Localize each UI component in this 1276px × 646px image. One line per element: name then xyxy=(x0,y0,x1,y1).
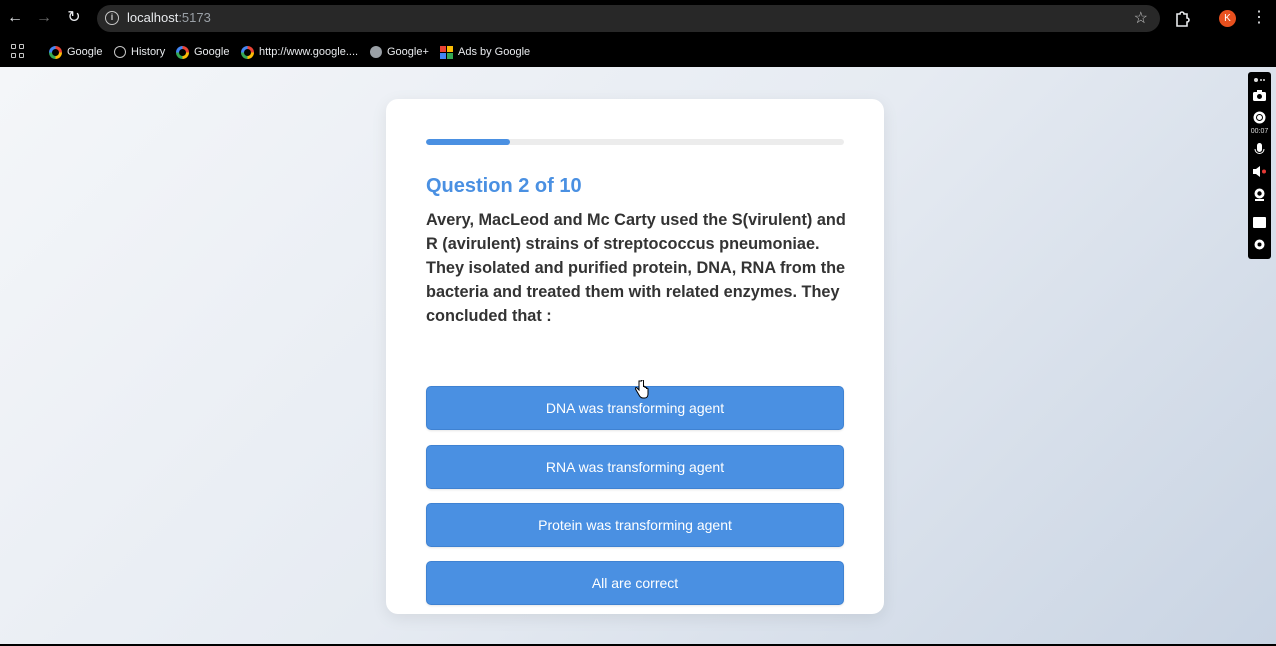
google-icon xyxy=(176,45,189,59)
answer-option-4[interactable]: All are correct xyxy=(426,561,844,605)
apps-grid-icon[interactable] xyxy=(11,44,25,58)
bookmark-google-plus[interactable]: Google+ xyxy=(370,43,429,61)
url-port: :5173 xyxy=(178,10,211,25)
profile-avatar[interactable]: K xyxy=(1219,10,1236,27)
bookmark-ads-by-google[interactable]: Ads by Google xyxy=(440,43,530,61)
quiz-card: Question 2 of 10 Avery, MacLeod and Mc C… xyxy=(386,99,884,614)
progress-fill xyxy=(426,139,510,145)
recording-time: 00:07 xyxy=(1250,128,1269,135)
url-host: localhost xyxy=(127,10,179,25)
browser-toolbar: ← → ↻ i localhost:5173 ☆ K ⋮ xyxy=(0,0,1276,36)
answer-option-2[interactable]: RNA was transforming agent xyxy=(426,445,844,489)
menu-dots-icon[interactable]: ⋮ xyxy=(1251,8,1267,28)
progress-bar xyxy=(426,139,844,145)
back-arrow-icon[interactable]: ← xyxy=(5,8,25,28)
pin-icon[interactable] xyxy=(1252,75,1267,88)
history-icon xyxy=(114,46,126,58)
page-background: Question 2 of 10 Avery, MacLeod and Mc C… xyxy=(0,67,1276,644)
ads-icon xyxy=(440,45,453,59)
answer-option-3[interactable]: Protein was transforming agent xyxy=(426,503,844,547)
camera-icon[interactable] xyxy=(1252,89,1267,102)
speaker-icon[interactable] xyxy=(1252,165,1267,178)
webcam-icon[interactable] xyxy=(1252,188,1267,201)
bookmark-google-url[interactable]: http://www.google.... xyxy=(241,43,358,61)
screen-recorder-toolbar: 00:07 xyxy=(1248,72,1271,259)
google-icon xyxy=(49,45,62,59)
bookmark-google-2[interactable]: Google xyxy=(176,43,229,61)
gear-icon[interactable] xyxy=(1252,238,1267,251)
bookmark-google-1[interactable]: Google xyxy=(49,43,102,61)
reload-icon[interactable]: ↻ xyxy=(64,8,84,28)
question-text: Avery, MacLeod and Mc Carty used the S(v… xyxy=(426,211,846,325)
site-info-icon[interactable]: i xyxy=(105,11,119,25)
window-icon[interactable] xyxy=(1252,216,1267,229)
bookmarks-bar: Google History Google http://www.google.… xyxy=(0,36,1276,67)
bookmark-history[interactable]: History xyxy=(114,43,165,61)
globe-icon xyxy=(370,46,382,58)
bookmark-label: Ads by Google xyxy=(458,46,531,58)
bookmark-label: History xyxy=(131,46,166,58)
bookmark-star-icon[interactable]: ☆ xyxy=(1134,8,1148,28)
url-text: localhost:5173 xyxy=(127,10,211,25)
bookmark-label: Google xyxy=(67,46,103,58)
question-number: Question 2 of 10 xyxy=(426,175,582,197)
microphone-icon[interactable] xyxy=(1252,143,1267,156)
record-icon[interactable] xyxy=(1252,111,1267,124)
bookmark-label: Google xyxy=(194,46,230,58)
bookmark-label: http://www.google.... xyxy=(259,46,359,58)
google-icon xyxy=(241,45,254,59)
hand-cursor-icon xyxy=(635,380,649,399)
address-bar[interactable]: i localhost:5173 ☆ xyxy=(97,5,1160,32)
bookmark-label: Google+ xyxy=(387,46,429,58)
forward-arrow-icon[interactable]: → xyxy=(34,8,54,28)
extensions-icon[interactable] xyxy=(1174,9,1190,27)
